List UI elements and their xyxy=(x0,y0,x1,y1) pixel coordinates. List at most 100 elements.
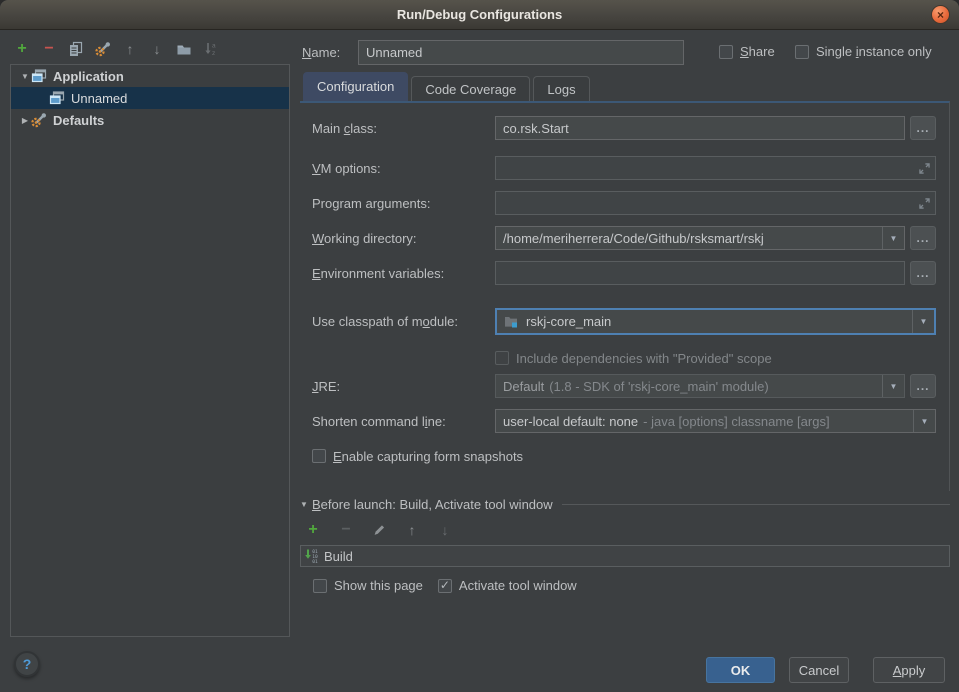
working-directory-combo[interactable]: /home/meriherrera/Code/Github/rsksmart/r… xyxy=(495,226,905,250)
expand-field-icon[interactable] xyxy=(918,162,931,178)
run-debug-configurations-dialog: Run/Debug Configurations × + − ↑ ↓ az xyxy=(0,0,959,692)
vm-options-label: VM options: xyxy=(312,161,495,176)
apply-label: Apply xyxy=(893,663,926,678)
tree-item-label: Defaults xyxy=(53,113,104,128)
new-folder-icon[interactable] xyxy=(176,41,192,57)
tab-logs[interactable]: Logs xyxy=(533,76,589,101)
single-instance-checkbox[interactable] xyxy=(795,45,809,59)
name-row: Name: Share Single instance only xyxy=(300,40,959,66)
title-bar[interactable]: Run/Debug Configurations × xyxy=(0,0,959,30)
vm-options-field[interactable] xyxy=(495,156,936,180)
application-icon xyxy=(31,68,47,84)
before-launch-title: Before launch: Build, Activate tool wind… xyxy=(312,497,553,512)
collapse-arrow-icon[interactable]: ▶ xyxy=(19,116,31,125)
svg-text:z: z xyxy=(212,50,215,57)
move-task-up-icon[interactable]: ↑ xyxy=(404,522,420,538)
include-provided-checkbox-row: Include dependencies with "Provided" sco… xyxy=(495,351,772,366)
module-combo[interactable]: rskj-core_main ▼ xyxy=(495,308,936,335)
move-up-icon[interactable]: ↑ xyxy=(122,41,138,57)
svg-text:a: a xyxy=(212,43,216,50)
close-icon[interactable]: × xyxy=(931,5,950,24)
remove-configuration-icon[interactable]: − xyxy=(41,41,57,57)
add-configuration-icon[interactable]: + xyxy=(14,41,30,57)
program-arguments-label: Program arguments: xyxy=(312,196,495,211)
ok-button[interactable]: OK xyxy=(706,657,775,683)
tree-item-unnamed[interactable]: Unnamed xyxy=(11,87,289,109)
add-task-icon[interactable]: + xyxy=(305,522,321,538)
tree-item-label: Unnamed xyxy=(71,91,127,106)
configuration-tab-content: Main class: co.rsk.Start ... VM options:… xyxy=(300,101,950,491)
working-directory-browse-button[interactable]: ... xyxy=(910,226,936,250)
before-launch-header[interactable]: ▼ Before launch: Build, Activate tool wi… xyxy=(300,495,950,513)
dropdown-arrow-icon[interactable]: ▼ xyxy=(913,410,935,432)
application-icon xyxy=(49,90,65,106)
enable-capturing-checkbox[interactable] xyxy=(312,449,326,463)
task-item-build[interactable]: Build xyxy=(324,549,353,564)
dropdown-arrow-icon[interactable]: ▼ xyxy=(912,310,934,333)
dropdown-arrow-icon[interactable]: ▼ xyxy=(882,227,904,249)
shorten-command-line-combo[interactable]: user-local default: none- java [options]… xyxy=(495,409,936,433)
show-this-page-checkbox[interactable] xyxy=(313,579,327,593)
use-classpath-row: Use classpath of module: rskj-core_main … xyxy=(312,309,936,333)
main-class-row: Main class: co.rsk.Start ... xyxy=(312,116,936,140)
before-launch-toolbar: + − ↑ ↓ xyxy=(300,522,950,538)
sort-alphabetically-icon[interactable]: az xyxy=(203,41,219,57)
tree-item-application[interactable]: ▼ Application xyxy=(11,65,289,87)
include-provided-checkbox xyxy=(495,351,509,365)
activate-tool-window-checkbox-row: ✓ Activate tool window xyxy=(438,578,577,593)
share-checkbox[interactable] xyxy=(719,45,733,59)
build-compile-icon: 011001 xyxy=(304,548,320,564)
program-arguments-field[interactable] xyxy=(495,191,936,215)
expand-arrow-icon[interactable]: ▼ xyxy=(19,72,31,81)
tab-configuration[interactable]: Configuration xyxy=(303,72,408,101)
move-down-icon[interactable]: ↓ xyxy=(149,41,165,57)
include-provided-label: Include dependencies with "Provided" sco… xyxy=(516,351,772,366)
enable-capturing-row: Enable capturing form snapshots xyxy=(312,444,523,468)
defaults-settings-icon xyxy=(31,112,47,128)
environment-variables-row: Environment variables: ... xyxy=(312,261,936,285)
main-class-browse-button[interactable]: ... xyxy=(910,116,936,140)
move-task-down-icon[interactable]: ↓ xyxy=(437,522,453,538)
environment-variables-browse-button[interactable]: ... xyxy=(910,261,936,285)
remove-task-icon[interactable]: − xyxy=(338,522,354,538)
help-button[interactable]: ? xyxy=(14,651,40,677)
before-launch-section: ▼ Before launch: Build, Activate tool wi… xyxy=(300,495,950,593)
jre-combo[interactable]: Default(1.8 - SDK of 'rskj-core_main' mo… xyxy=(495,374,905,398)
window-title: Run/Debug Configurations xyxy=(397,7,562,22)
working-directory-label: Working directory: xyxy=(312,231,495,246)
working-directory-row: Working directory: /home/meriherrera/Cod… xyxy=(312,226,936,250)
module-icon xyxy=(503,313,519,329)
name-input[interactable] xyxy=(358,40,684,65)
vm-options-row: VM options: xyxy=(312,156,936,180)
main-class-label: Main class: xyxy=(312,121,495,136)
svg-text:01: 01 xyxy=(312,559,318,564)
checkmark-icon: ✓ xyxy=(440,579,450,591)
enable-capturing-label: Enable capturing form snapshots xyxy=(333,449,523,464)
share-checkbox-row: Share xyxy=(719,44,775,59)
enable-capturing-checkbox-row: Enable capturing form snapshots xyxy=(312,449,523,464)
main-class-field[interactable]: co.rsk.Start xyxy=(495,116,905,140)
edit-task-icon[interactable] xyxy=(371,522,387,538)
separator-line xyxy=(562,504,950,505)
tree-item-label: Application xyxy=(53,69,124,84)
shorten-command-line-label: Shorten command line: xyxy=(312,414,495,429)
single-instance-label: Single instance only xyxy=(816,44,932,59)
jre-browse-button[interactable]: ... xyxy=(910,374,936,398)
apply-button[interactable]: Apply xyxy=(873,657,945,683)
collapse-arrow-icon[interactable]: ▼ xyxy=(300,500,312,509)
cancel-button[interactable]: Cancel xyxy=(789,657,849,683)
environment-variables-label: Environment variables: xyxy=(312,266,495,281)
expand-field-icon[interactable] xyxy=(918,197,931,213)
copy-configuration-icon[interactable] xyxy=(68,41,84,57)
environment-variables-field[interactable] xyxy=(495,261,905,285)
configurations-toolbar: + − ↑ ↓ az xyxy=(14,39,219,59)
edit-defaults-icon[interactable] xyxy=(95,41,111,57)
before-launch-options: Show this page ✓ Activate tool window xyxy=(300,578,950,593)
activate-tool-window-checkbox[interactable]: ✓ xyxy=(438,579,452,593)
tab-code-coverage[interactable]: Code Coverage xyxy=(411,76,530,101)
tree-item-defaults[interactable]: ▶ Defaults xyxy=(11,109,289,131)
use-classpath-label: Use classpath of module: xyxy=(312,314,495,329)
tab-bar: Configuration Code Coverage Logs xyxy=(303,72,593,101)
dropdown-arrow-icon[interactable]: ▼ xyxy=(882,375,904,397)
dialog-body: + − ↑ ↓ az ▼ Applicatio xyxy=(0,30,959,692)
